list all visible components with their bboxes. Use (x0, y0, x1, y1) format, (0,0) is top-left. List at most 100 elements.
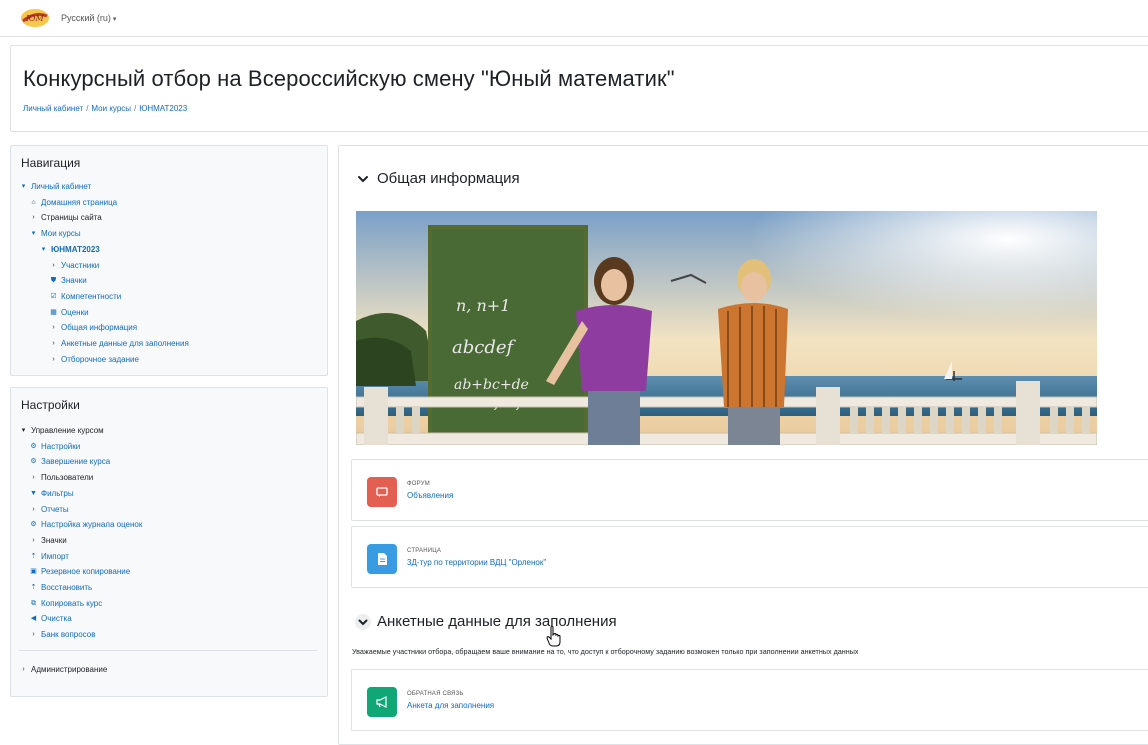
settings-item-badges[interactable]: › Значки (19, 533, 142, 549)
settings-item-question-bank[interactable]: › Банк вопросов (19, 627, 142, 643)
nav-item-badges[interactable]: ⛊ Значки (19, 273, 189, 289)
activity-link[interactable]: Объявления (407, 491, 453, 500)
admin-tree: › Администрирование (19, 662, 107, 678)
nav-item-label: Домашняя страница (41, 197, 118, 207)
nav-item-label: Мои курсы (41, 229, 81, 239)
nav-item-label: Оценки (61, 307, 89, 317)
settings-item-users[interactable]: › Пользователи (19, 470, 142, 486)
site-logo[interactable]: ЮМ (20, 7, 50, 29)
settings-item-label: Настройка журнала оценок (41, 520, 143, 530)
backup-icon: ▣ (30, 568, 37, 576)
activity-type-label: ФОРУМ (407, 481, 430, 487)
copy-icon: ⧉ (31, 599, 36, 607)
settings-item-import[interactable]: ⇡ Импорт (19, 549, 142, 565)
activity-feedback[interactable]: ОБРАТНАЯ СВЯЗЬ Анкета для заполнения (351, 669, 1148, 731)
checkbox-icon: ☑ (50, 292, 57, 300)
nav-item-competencies[interactable]: ☑ Компетентности (19, 289, 189, 305)
nav-item-label: Общая информация (61, 323, 138, 333)
language-menu[interactable]: Русский (ru) ▾ (61, 13, 116, 23)
nav-item-label: Страницы сайта (41, 213, 102, 223)
settings-tree: ▾ Управление курсом ⚙ Настройки ⚙ Заверш… (19, 423, 143, 643)
chevron-down-icon (358, 175, 368, 182)
chevron-down-icon: ▾ (31, 230, 36, 238)
course-content: Общая информация n, n+1 abcdef ab+bc+de … (338, 145, 1148, 745)
nav-item-course[interactable]: ▾ ЮНМАТ2023 (19, 242, 189, 258)
breadcrumb-my-courses[interactable]: Мои курсы (91, 104, 131, 113)
settings-item-reports[interactable]: › Отчеты (19, 502, 142, 518)
nav-item-qualifying-task[interactable]: › Отборочное задание (19, 352, 189, 368)
settings-item-label: Пользователи (41, 473, 94, 483)
chevron-right-icon: › (32, 214, 35, 222)
activity-link[interactable]: 3Д-тур по территории ВДЦ "Орленок" (407, 558, 546, 567)
nav-item-participants[interactable]: › Участники (19, 258, 189, 274)
settings-item-label: Завершение курса (41, 457, 111, 467)
breadcrumb: Личный кабинет / Мои курсы / ЮНМАТ2023 (23, 104, 187, 113)
settings-item-label: Настройки (41, 441, 81, 451)
navigation-tree: ▾ Личный кабинет ⌂ Домашняя страница › С… (19, 179, 189, 367)
settings-item-filters[interactable]: ▼ Фильтры (19, 486, 142, 502)
activity-page[interactable]: СТРАНИЦА 3Д-тур по территории ВДЦ "Орлен… (351, 526, 1148, 588)
breadcrumb-course[interactable]: ЮНМАТ2023 (139, 104, 187, 113)
settings-item-restore[interactable]: ⇡ Восстановить (19, 580, 142, 596)
gear-icon: ⚙ (30, 458, 37, 466)
settings-item-label: Администрирование (31, 665, 108, 674)
nav-item-my-courses[interactable]: ▾ Мои курсы (19, 226, 189, 242)
home-icon: ⌂ (31, 198, 36, 206)
upload-icon: ⇡ (30, 552, 37, 560)
upload-icon: ⇡ (30, 584, 37, 592)
section-questionnaire-toggle[interactable]: Анкетные данные для заполнения (355, 613, 617, 630)
shield-icon: ⛊ (50, 277, 57, 285)
top-navbar: ЮМ Русский (ru) ▾ (0, 0, 1148, 37)
nav-item-site-pages[interactable]: › Страницы сайта (19, 210, 189, 226)
activity-forum[interactable]: ФОРУМ Объявления (351, 459, 1148, 521)
chevron-down-icon: ▾ (21, 183, 26, 190)
nav-item-label: Компетентности (61, 291, 122, 301)
settings-item-label: Восстановить (41, 583, 93, 593)
settings-item-label: Фильтры (41, 488, 74, 498)
nav-item-questionnaire[interactable]: › Анкетные данные для заполнения (19, 336, 188, 352)
hand-cursor-icon (546, 625, 561, 647)
megaphone-icon (367, 687, 397, 717)
breadcrumb-separator: / (86, 104, 89, 113)
settings-item-backup[interactable]: ▣ Резервное копирование (19, 564, 142, 580)
settings-item-label: Очистка (41, 614, 72, 624)
settings-block: Настройки ▾ Управление курсом ⚙ Настройк… (10, 387, 328, 697)
chevron-down-icon: ▾ (21, 427, 26, 434)
settings-item-label: Значки (41, 535, 67, 545)
arrow-left-icon: ◀ (30, 615, 37, 623)
settings-item-course-admin[interactable]: ▾ Управление курсом (19, 423, 142, 439)
chevron-right-icon: › (52, 355, 55, 363)
settings-item-label: Управление курсом (31, 426, 104, 435)
settings-item-copy-course[interactable]: ⧉ Копировать курс (19, 596, 142, 612)
page-header: Конкурсный отбор на Всероссийскую смену … (10, 45, 1148, 132)
settings-item-administration[interactable]: › Администрирование (19, 662, 107, 678)
chevron-right-icon: › (52, 340, 55, 348)
navigation-block: Навигация ▾ Личный кабинет ⌂ Домашняя ст… (10, 145, 328, 376)
settings-title: Настройки (21, 398, 80, 412)
nav-item-grades[interactable]: ▦ Оценки (19, 305, 189, 321)
chevron-right-icon: › (22, 666, 25, 673)
chevron-right-icon: › (32, 505, 35, 513)
activity-link[interactable]: Анкета для заполнения (407, 701, 494, 710)
nav-item-label: Значки (61, 276, 87, 286)
language-label: Русский (ru) (61, 13, 111, 23)
settings-item-reset[interactable]: ◀ Очистка (19, 611, 142, 627)
settings-item-course-completion[interactable]: ⚙ Завершение курса (19, 454, 142, 470)
settings-item-label: Резервное копирование (41, 567, 131, 577)
chevron-right-icon: › (32, 631, 35, 639)
section-title: Анкетные данные для заполнения (377, 613, 617, 630)
settings-item-settings[interactable]: ⚙ Настройки (19, 439, 142, 455)
chevron-right-icon: › (52, 261, 55, 269)
nav-item-label: Отборочное задание (61, 354, 139, 364)
board-text-3: ab+bc+de (454, 377, 529, 393)
gear-icon: ⚙ (30, 521, 37, 529)
nav-item-dashboard[interactable]: ▾ Личный кабинет (19, 179, 189, 195)
breadcrumb-dashboard[interactable]: Личный кабинет (23, 104, 83, 113)
nav-item-home[interactable]: ⌂ Домашняя страница (19, 195, 189, 211)
settings-item-gradebook-setup[interactable]: ⚙ Настройка журнала оценок (19, 517, 142, 533)
table-icon: ▦ (50, 308, 57, 316)
gear-icon: ⚙ (30, 442, 37, 450)
nav-item-general-info[interactable]: › Общая информация (19, 320, 189, 336)
filter-icon: ▼ (30, 489, 37, 497)
section-general-info-toggle[interactable]: Общая информация (355, 170, 520, 187)
